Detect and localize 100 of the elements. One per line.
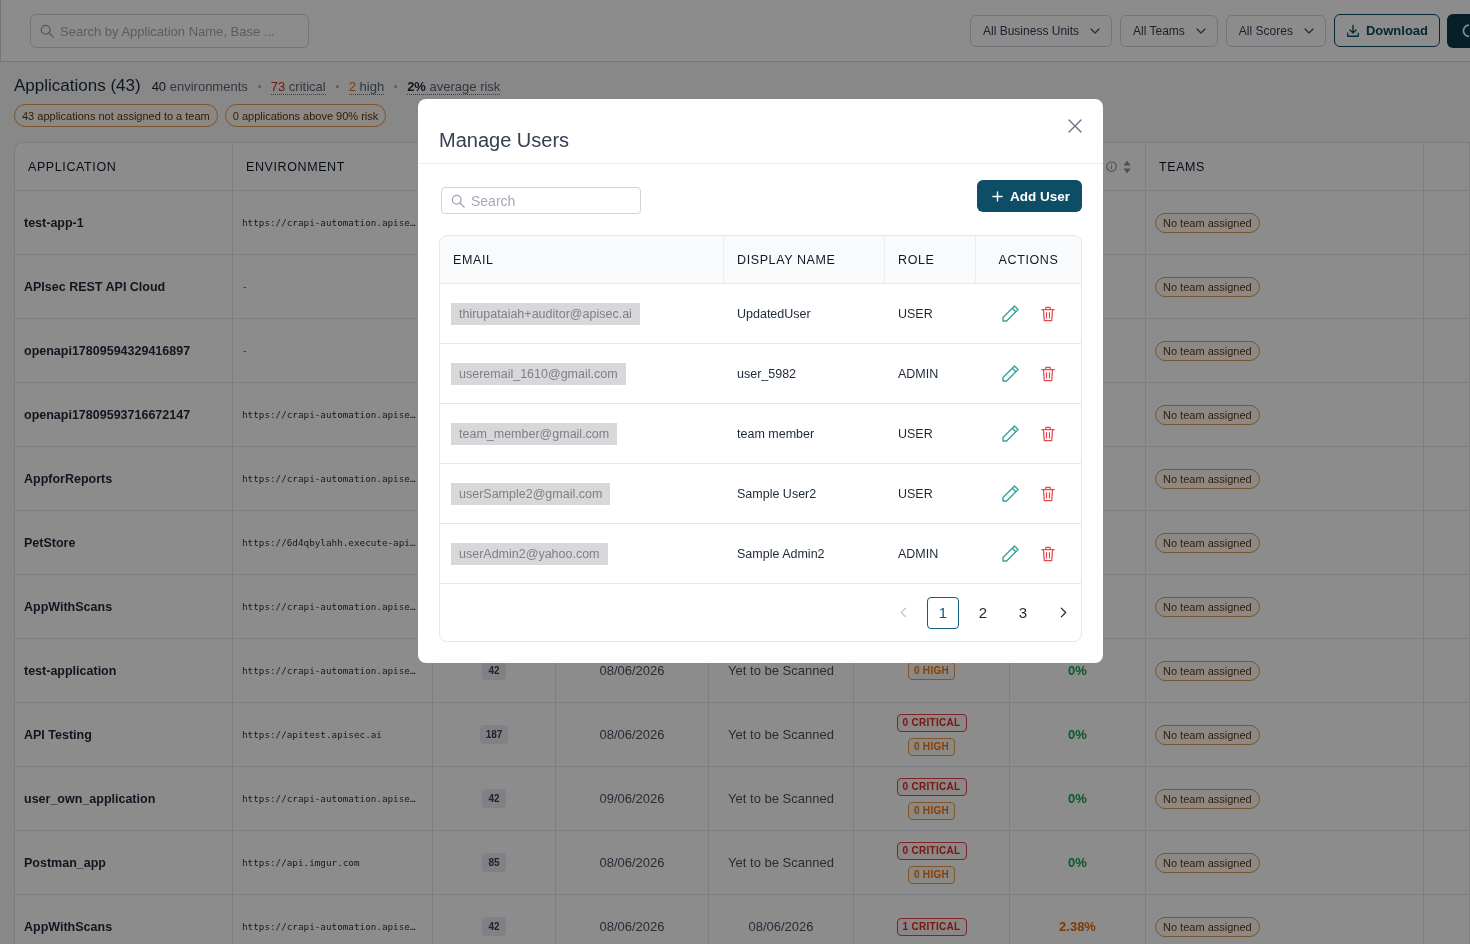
environment-url: https://apitest.apisec.ai	[242, 729, 382, 740]
stat-text: 40 environments	[151, 79, 248, 94]
team-tag: No team assigned	[1155, 788, 1260, 809]
scan-date: 08/06/2026	[599, 663, 665, 678]
user-role: USER	[898, 486, 933, 501]
scan-date: 08/06/2026	[599, 919, 665, 934]
environment-url: https://crapi-automation.apise…	[242, 665, 416, 676]
app-name: test-application	[24, 663, 117, 678]
add-user-button[interactable]: Add User	[977, 180, 1082, 212]
filter-dropdown[interactable]: All Business Units	[970, 15, 1113, 47]
team-tag: No team assigned	[1155, 404, 1260, 425]
app-name: user_own_application	[24, 791, 156, 806]
info-icon	[1106, 161, 1117, 172]
column-header: APPLICATION	[28, 159, 117, 174]
pencil-icon[interactable]	[1002, 485, 1019, 502]
user-display-name: Sample User2	[737, 486, 817, 501]
trash-icon[interactable]	[1041, 545, 1055, 562]
sort-icon[interactable]	[1123, 159, 1131, 174]
column-header: DISPLAY NAME	[737, 252, 836, 267]
dialog-title: Manage Users	[439, 128, 570, 152]
search-field[interactable]: Search	[441, 187, 641, 214]
scan-status: Yet to be Scanned	[728, 727, 834, 742]
user-role: USER	[898, 306, 933, 321]
pencil-icon[interactable]	[1002, 425, 1019, 442]
app-name: APIsec REST API Cloud	[24, 279, 166, 294]
search-icon	[451, 193, 465, 208]
column-header: ENVIRONMENT	[246, 159, 345, 174]
redacted-email: thirupataiah+auditor@apisec.ai	[451, 302, 640, 325]
environment-url: https://crapi-automation.apise…	[242, 217, 416, 228]
scan-count-badge: 42	[482, 917, 506, 936]
filter-dropdown[interactable]: All Scores	[1225, 15, 1326, 47]
user-display-name: UpdatedUser	[737, 306, 811, 321]
app-name: API Testing	[24, 727, 92, 742]
chevron-down-icon	[1303, 28, 1314, 34]
environment-url: -	[242, 281, 248, 292]
filter-chip[interactable]: 0 applications above 90% risk	[224, 104, 387, 127]
app-name: AppWithScans	[24, 919, 113, 934]
column-header: ACTIONS	[998, 252, 1059, 267]
user-role: ADMIN	[898, 366, 939, 381]
team-tag: No team assigned	[1155, 852, 1260, 873]
search-icon	[40, 24, 54, 38]
severity-badge: 0 CRITICAL	[896, 841, 967, 860]
page-button[interactable]: 3	[1007, 596, 1039, 629]
scan-count-badge: 42	[482, 789, 506, 808]
trash-icon[interactable]	[1041, 365, 1055, 382]
scan-status: Yet to be Scanned	[728, 791, 834, 806]
team-tag: No team assigned	[1155, 340, 1260, 361]
column-header: EMAIL	[453, 252, 494, 267]
plus-icon	[992, 190, 1003, 202]
trash-icon[interactable]	[1041, 485, 1055, 502]
page-title: Applications (43)	[14, 76, 141, 96]
scan-status: Yet to be Scanned	[728, 855, 834, 870]
app-name: openapi17809593716672147	[24, 407, 191, 422]
severity-badge: 0 CRITICAL	[896, 777, 967, 796]
team-tag: No team assigned	[1155, 212, 1260, 233]
chevron-down-icon	[1090, 28, 1101, 34]
severity-badge: 0 HIGH	[907, 865, 956, 884]
close-icon[interactable]	[1068, 119, 1082, 133]
environment-url: https://6d4qbylahh.execute-api…	[242, 537, 416, 548]
trash-icon[interactable]	[1041, 425, 1055, 442]
app-name: AppforReports	[24, 471, 113, 486]
trash-icon[interactable]	[1041, 305, 1055, 322]
risk-score: 0%	[1068, 855, 1087, 870]
chevron-right-icon[interactable]	[1059, 607, 1067, 618]
severity-badge: 0 CRITICAL	[896, 713, 967, 732]
page-button[interactable]: 1	[927, 596, 959, 629]
severity-badge: 0 HIGH	[907, 737, 956, 756]
team-tag: No team assigned	[1155, 276, 1260, 297]
scan-status: Yet to be Scanned	[728, 663, 834, 678]
environment-url: https://crapi-automation.apise…	[242, 473, 416, 484]
team-tag: No team assigned	[1155, 660, 1260, 681]
scan-date: 08/06/2026	[599, 727, 665, 742]
environment-url: https://crapi-automation.apise…	[242, 921, 416, 932]
redacted-email: userSample2@gmail.com	[451, 482, 611, 505]
redacted-email: userAdmin2@yahoo.com	[451, 542, 608, 565]
team-tag: No team assigned	[1155, 468, 1260, 489]
search-button[interactable]	[1447, 14, 1470, 48]
download-button[interactable]: Download	[1333, 14, 1440, 47]
app-name: PetStore	[24, 535, 76, 550]
stat-text: 2% average risk	[407, 79, 501, 95]
pencil-icon[interactable]	[1002, 545, 1019, 562]
user-role: ADMIN	[898, 546, 939, 561]
environment-url: https://crapi-automation.apise…	[242, 793, 416, 804]
environment-url: https://crapi-automation.apise…	[242, 409, 416, 420]
scan-date: 09/06/2026	[599, 791, 665, 806]
app-name: Postman_app	[24, 855, 106, 870]
team-tag: No team assigned	[1155, 532, 1260, 553]
pencil-icon[interactable]	[1002, 365, 1019, 382]
stat-text: 2 high	[348, 79, 385, 95]
user-role: USER	[898, 426, 933, 441]
severity-badge: 0 HIGH	[907, 801, 956, 820]
stat-text: 73 critical	[270, 79, 326, 95]
page-button[interactable]: 2	[967, 596, 999, 629]
redacted-email: useremail_1610@gmail.com	[451, 362, 626, 385]
risk-score: 0%	[1068, 727, 1087, 742]
filter-dropdown[interactable]: All Teams	[1120, 15, 1218, 47]
pencil-icon[interactable]	[1002, 305, 1019, 322]
team-tag: No team assigned	[1155, 724, 1260, 745]
risk-score: 0%	[1068, 791, 1087, 806]
filter-chip[interactable]: 43 applications not assigned to a team	[14, 104, 218, 127]
